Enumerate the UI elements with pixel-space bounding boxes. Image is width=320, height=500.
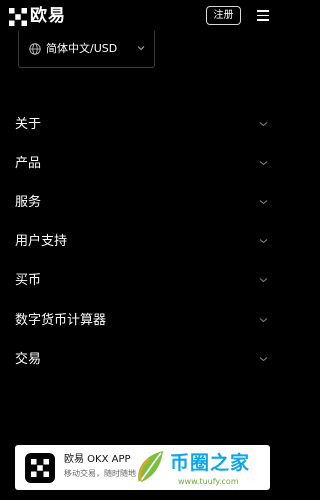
menu-item-label: 用户支持 <box>15 234 68 249</box>
menu-item-about[interactable]: 关于 <box>0 110 284 140</box>
hamburger-menu-icon[interactable] <box>257 10 269 21</box>
menu-item-label: 产品 <box>15 156 42 171</box>
top-header: 欧易 注册 <box>0 0 284 34</box>
app-banner-title: 欧易 OKX APP <box>64 454 131 465</box>
okx-logo-icon[interactable] <box>9 8 27 26</box>
chevron-down-icon <box>259 357 268 362</box>
chevron-down-icon <box>259 200 268 205</box>
chevron-down-icon <box>259 161 268 166</box>
menu-item-label: 关于 <box>15 117 42 132</box>
menu-item-label: 交易 <box>15 352 42 367</box>
menu-item-label: 服务 <box>15 195 42 210</box>
chevron-down-icon <box>259 122 268 127</box>
chevron-down-icon <box>259 318 268 323</box>
okx-app-logo-icon <box>25 453 55 483</box>
menu-item-products[interactable]: 产品 <box>0 149 284 179</box>
menu-item-label: 买币 <box>15 273 42 288</box>
menu-item-label: 数字货币计算器 <box>15 313 107 328</box>
chevron-down-icon <box>259 278 268 283</box>
app-banner-subtitle: 移动交易，随时随地 <box>64 469 136 478</box>
menu-item-trade[interactable]: 交易 <box>0 345 284 375</box>
watermark-name: 币圈之家 <box>170 452 251 474</box>
chevron-down-icon <box>259 239 268 244</box>
language-currency-select[interactable]: 简体中文/USD <box>18 31 155 68</box>
watermark-url: www.tuufy.com <box>178 477 239 486</box>
menu-item-buy-crypto[interactable]: 买币 <box>0 266 284 296</box>
watermark-leaf-icon <box>138 451 163 484</box>
brand-name[interactable]: 欧易 <box>30 5 66 27</box>
globe-icon <box>29 43 41 55</box>
menu-item-support[interactable]: 用户支持 <box>0 227 284 257</box>
language-currency-label: 简体中文/USD <box>46 42 118 55</box>
signup-button[interactable]: 注册 <box>206 6 241 25</box>
menu-item-services[interactable]: 服务 <box>0 188 284 218</box>
chevron-down-icon <box>137 46 145 51</box>
menu-item-crypto-calculator[interactable]: 数字货币计算器 <box>0 306 284 336</box>
